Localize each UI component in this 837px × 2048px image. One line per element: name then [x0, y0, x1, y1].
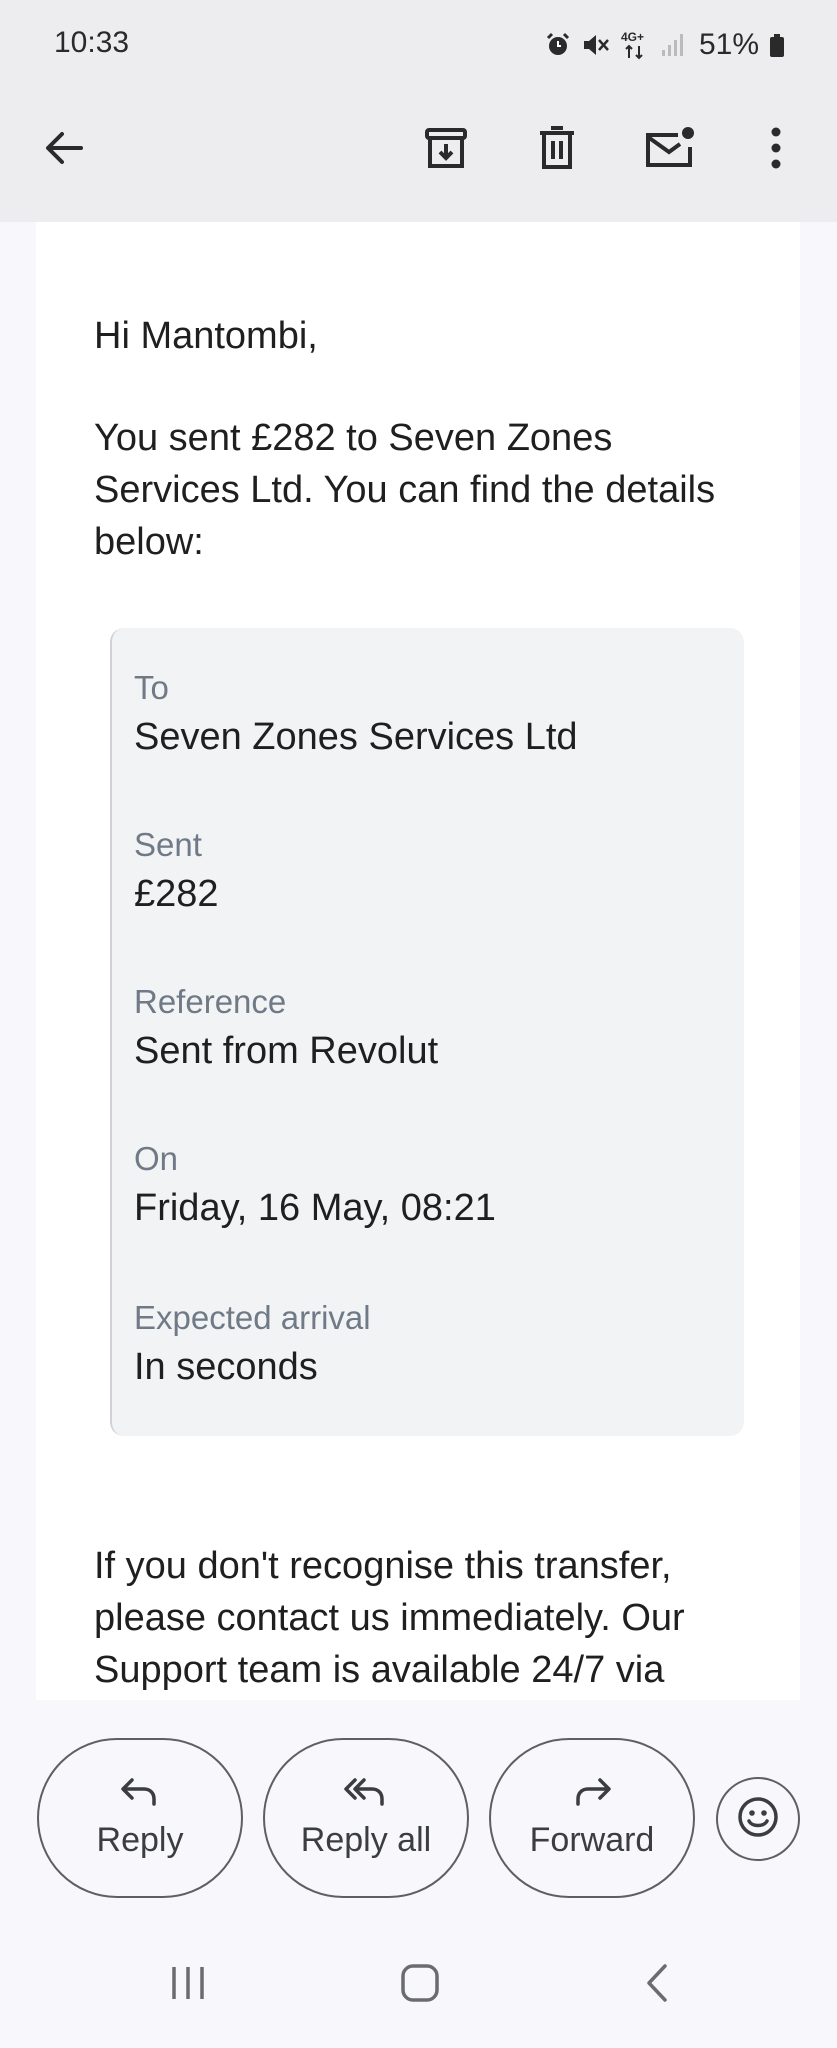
mark-unread-icon[interactable] — [634, 112, 706, 184]
status-bar: 10:33 4G+ 51% — [0, 0, 837, 92]
email-content: Hi Mantombi, You sent £282 to Seven Zone… — [36, 222, 800, 1700]
transfer-details-box: To Seven Zones Services Ltd Sent £282 Re… — [110, 628, 744, 1436]
email-intro: You sent £282 to Seven Zones Services Lt… — [94, 417, 716, 563]
detail-value: Seven Zones Services Ltd — [134, 716, 578, 758]
reply-all-button[interactable]: Reply all — [263, 1738, 469, 1898]
detail-label: To — [134, 669, 169, 706]
smiley-icon — [736, 1795, 780, 1844]
detail-sent: Sent £282 — [134, 825, 219, 917]
recent-apps-icon[interactable] — [148, 1948, 228, 2018]
reply-all-icon — [344, 1776, 388, 1813]
forward-label: Forward — [529, 1821, 655, 1859]
email-greeting: Hi Mantombi, — [94, 315, 318, 357]
archive-icon[interactable] — [410, 112, 482, 184]
reply-button[interactable]: Reply — [37, 1738, 243, 1898]
detail-expected-arrival: Expected arrival In seconds — [134, 1298, 371, 1390]
back-arrow-icon[interactable] — [28, 112, 100, 184]
email-toolbar — [0, 92, 837, 222]
system-nav-bar — [0, 1910, 837, 2048]
detail-value: Friday, 16 May, 08:21 — [134, 1187, 496, 1229]
more-options-icon[interactable] — [740, 112, 812, 184]
detail-label: Reference — [134, 983, 287, 1020]
detail-on: On Friday, 16 May, 08:21 — [134, 1139, 496, 1231]
reply-all-label: Reply all — [300, 1821, 432, 1859]
emoji-reaction-button[interactable] — [716, 1777, 800, 1861]
nav-back-icon[interactable] — [616, 1948, 696, 2018]
alarm-icon — [545, 32, 571, 58]
detail-reference: Reference Sent from Revolut — [134, 982, 438, 1074]
email-body: Hi Mantombi, You sent £282 to Seven Zone… — [94, 310, 754, 568]
detail-label: On — [134, 1140, 179, 1177]
delete-icon[interactable] — [521, 112, 593, 184]
signal-icon — [661, 32, 685, 58]
reply-icon — [120, 1776, 160, 1813]
detail-value: £282 — [134, 873, 219, 915]
reply-label: Reply — [96, 1821, 184, 1859]
forward-button[interactable]: Forward — [489, 1738, 695, 1898]
mute-icon — [581, 32, 611, 58]
reply-action-bar: Reply Reply all Forward — [0, 1700, 837, 1910]
battery-icon — [769, 32, 785, 58]
status-time: 10:33 — [54, 26, 130, 59]
detail-label: Expected arrival — [134, 1299, 371, 1336]
battery-percent: 51% — [698, 28, 759, 61]
status-icons: 4G+ 51% — [545, 28, 785, 62]
email-footer-text: If you don't recognise this transfer, pl… — [94, 1545, 685, 1691]
home-icon[interactable] — [380, 1948, 460, 2018]
detail-to: To Seven Zones Services Ltd — [134, 668, 578, 760]
detail-value: Sent from Revolut — [134, 1030, 439, 1072]
network-type-icon: 4G+ — [621, 30, 651, 60]
detail-value: In seconds — [134, 1346, 318, 1388]
detail-label: Sent — [134, 826, 202, 863]
forward-icon — [572, 1776, 612, 1813]
